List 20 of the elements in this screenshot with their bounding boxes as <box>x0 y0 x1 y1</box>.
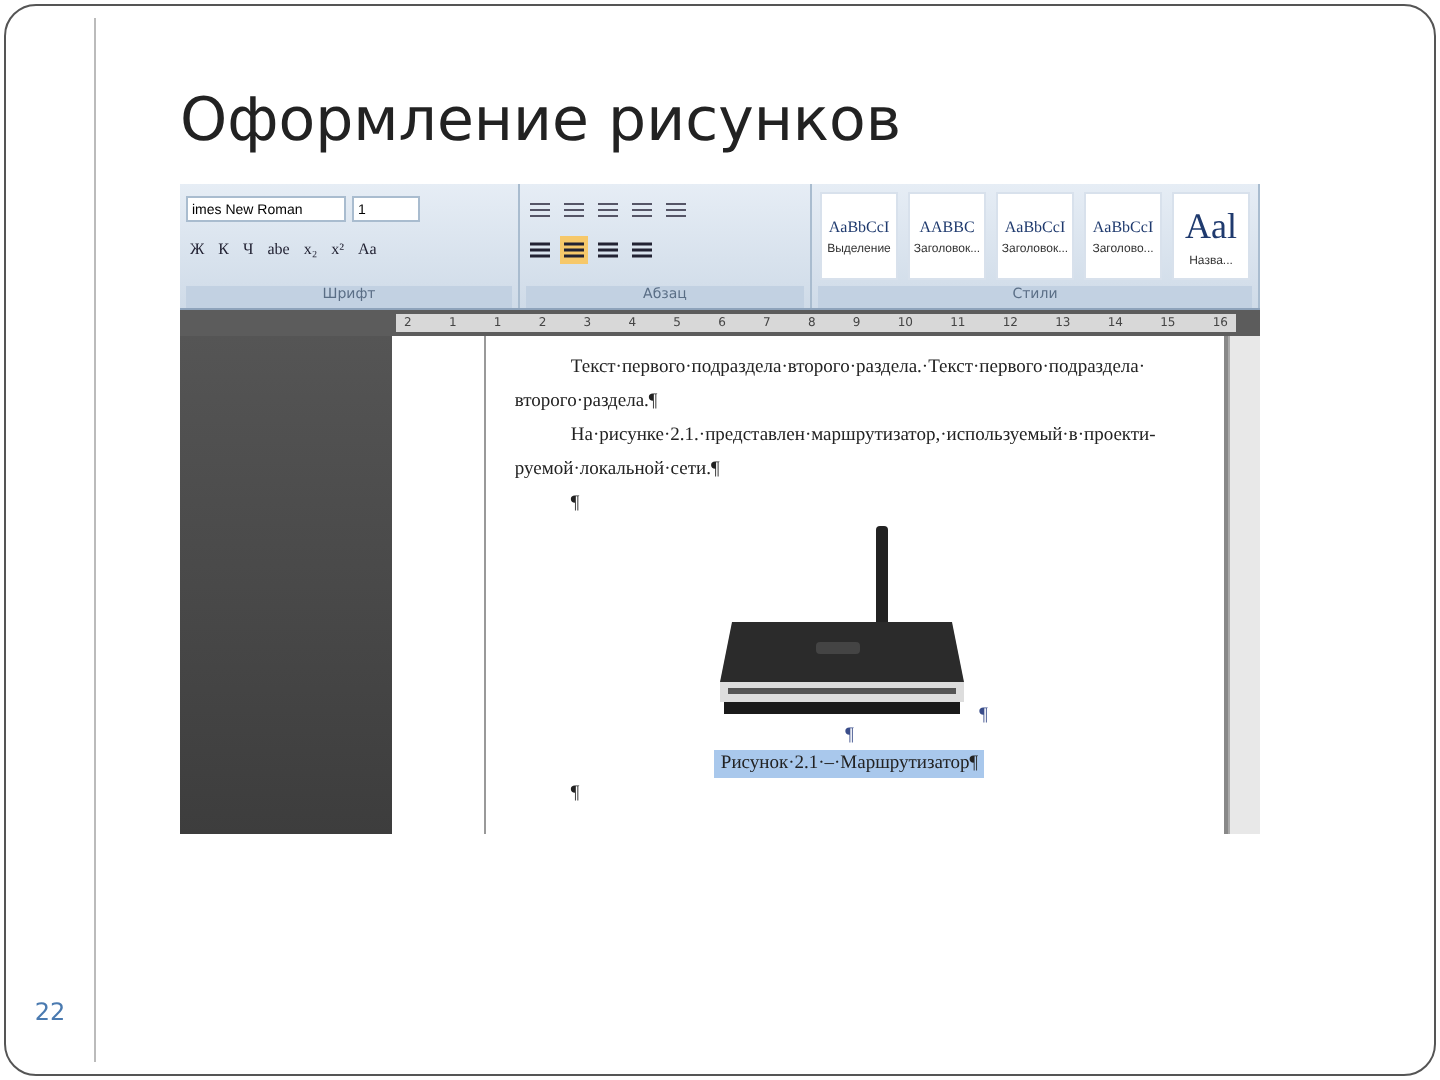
figure-caption: Рисунок·2.1·–·Маршрутизатор¶ <box>714 750 985 778</box>
document-line: На·рисунке·2.1.·представлен·маршрутизатор,·используемый·в·проекти- <box>568 424 1158 450</box>
format-button[interactable]: Ж <box>186 235 209 263</box>
paragraph-mark: ¶ <box>568 782 582 808</box>
slide-title: Оформление рисунков <box>180 86 904 156</box>
document-line: руемой·локальной·сети.¶ <box>514 458 722 484</box>
page-number: 22 <box>34 998 66 1026</box>
format-button[interactable]: Aa <box>354 235 381 263</box>
format-button[interactable]: Ч <box>239 235 258 263</box>
format-button[interactable]: К <box>214 235 234 263</box>
scrollbar[interactable] <box>1228 336 1260 834</box>
format-button[interactable]: x₂ <box>299 235 322 263</box>
format-button[interactable]: abe <box>263 235 294 263</box>
paragraph-mark: ¶ <box>979 706 988 726</box>
document-line: Текст·первого·подраздела·второго·раздела.·Текст·первого·подраздела· <box>568 356 1148 382</box>
document-line: второго·раздела.¶ <box>514 390 660 416</box>
document-line: ¶ <box>568 492 582 518</box>
paragraph-mark: ¶ <box>845 726 854 746</box>
format-button[interactable]: x² <box>327 235 349 263</box>
align-icon[interactable] <box>560 235 588 263</box>
